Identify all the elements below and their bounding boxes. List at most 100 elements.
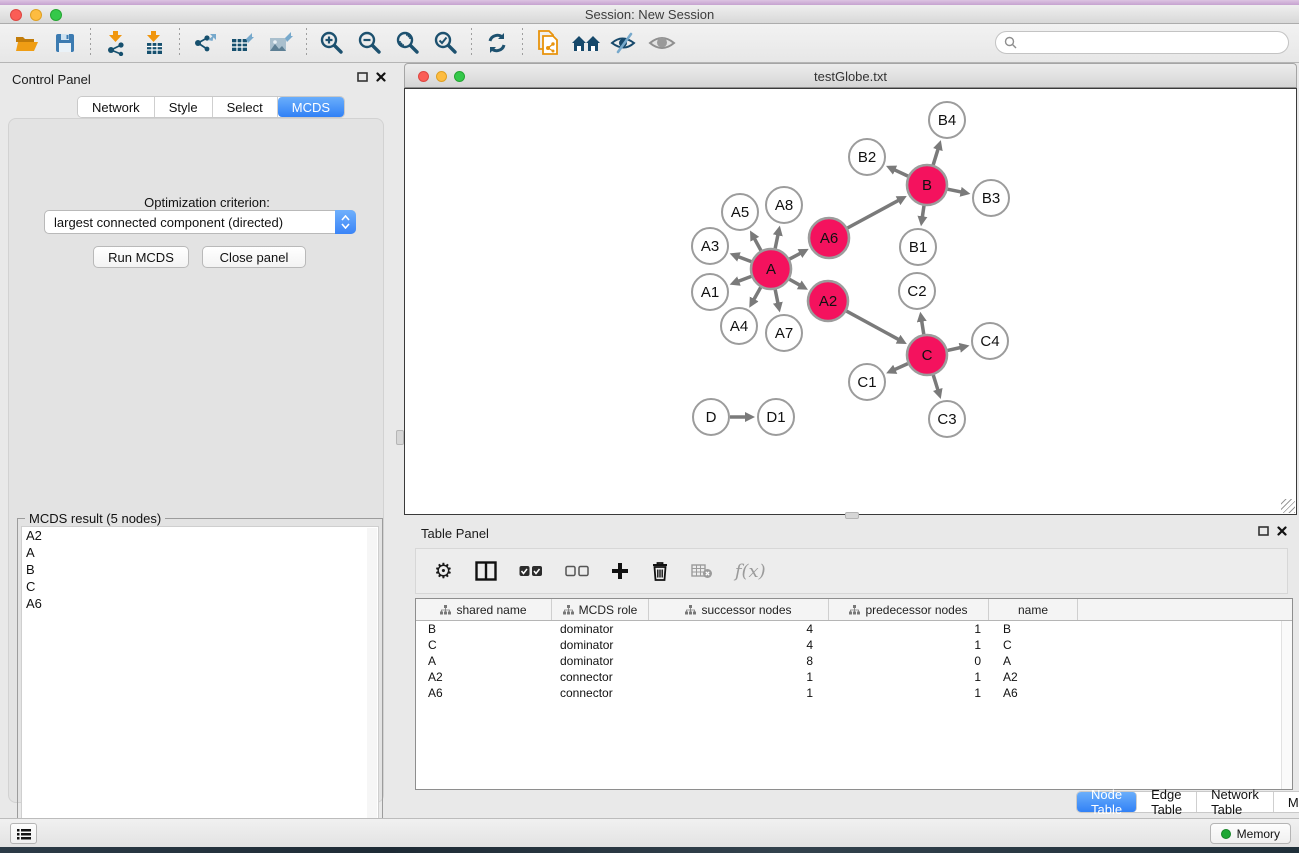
vertical-splitter-grip[interactable] xyxy=(396,430,404,445)
table-cell[interactable]: connector xyxy=(552,670,649,684)
table-cell[interactable]: A2 xyxy=(989,670,1078,684)
graph-edge-A-A7[interactable] xyxy=(775,290,778,304)
tab-style[interactable]: Style xyxy=(155,97,213,117)
table-row[interactable]: Adominator80A xyxy=(416,653,1280,669)
table-cell[interactable]: B xyxy=(416,622,552,636)
column-header-shared-name[interactable]: shared name xyxy=(416,599,552,620)
result-item-c[interactable]: C xyxy=(22,578,378,595)
table-cell[interactable]: dominator xyxy=(552,622,649,636)
window-resize-grip[interactable] xyxy=(1281,499,1295,513)
result-item-a6[interactable]: A6 xyxy=(22,595,378,612)
close-panel-icon[interactable] xyxy=(376,72,386,82)
table-cell[interactable]: dominator xyxy=(552,638,649,652)
delete-column-trash-icon[interactable] xyxy=(651,561,669,581)
tab-network[interactable]: Network xyxy=(78,97,155,117)
table-cell[interactable]: A6 xyxy=(416,686,552,700)
table-row[interactable]: A6connector11A6 xyxy=(416,685,1280,701)
deselect-all-icon[interactable] xyxy=(565,565,589,577)
float-panel-icon[interactable] xyxy=(1258,526,1269,536)
graph-edge-B-B2[interactable] xyxy=(894,170,908,176)
tab-select[interactable]: Select xyxy=(213,97,278,117)
table-cell[interactable]: 1 xyxy=(829,622,989,636)
zoom-out-button[interactable] xyxy=(351,27,389,59)
memory-button[interactable]: Memory xyxy=(1210,823,1291,844)
float-panel-icon[interactable] xyxy=(357,72,368,82)
show-all-button[interactable] xyxy=(643,27,681,59)
column-header-successor-nodes[interactable]: successor nodes xyxy=(649,599,829,620)
zoom-selected-button[interactable] xyxy=(427,27,465,59)
table-settings-gear-icon[interactable]: ⚙ xyxy=(434,561,453,582)
task-history-button[interactable] xyxy=(10,823,37,844)
search-input[interactable] xyxy=(1017,32,1288,53)
table-tab-node-table[interactable]: Node Table xyxy=(1077,792,1137,812)
table-tab-edge-table[interactable]: Edge Table xyxy=(1137,792,1197,812)
run-mcds-button[interactable]: Run MCDS xyxy=(93,246,189,268)
horizontal-splitter-grip[interactable] xyxy=(845,512,859,519)
apply-layout-button[interactable] xyxy=(478,27,516,59)
graph-edge-A-A5[interactable] xyxy=(754,238,761,250)
column-header-predecessor-nodes[interactable]: predecessor nodes xyxy=(829,599,989,620)
graph-edge-B-B1[interactable] xyxy=(922,206,924,218)
result-item-a[interactable]: A xyxy=(22,544,378,561)
delete-table-icon[interactable] xyxy=(691,563,713,579)
graph-edge-A-A8[interactable] xyxy=(775,234,778,248)
table-cell[interactable]: A2 xyxy=(416,670,552,684)
graph-edge-C-C2[interactable] xyxy=(922,321,924,335)
zoom-in-button[interactable] xyxy=(313,27,351,59)
column-header-MCDS-role[interactable]: MCDS role xyxy=(552,599,649,620)
table-cell[interactable]: C xyxy=(416,638,552,652)
optimization-criterion-dropdown[interactable]: largest connected component (directed) xyxy=(44,210,356,234)
graph-edge-A-A6[interactable] xyxy=(790,253,801,259)
table-cell[interactable]: 1 xyxy=(649,686,829,700)
result-item-a2[interactable]: A2 xyxy=(22,527,378,544)
result-scrollbar[interactable] xyxy=(367,528,377,848)
function-builder-icon[interactable]: f(x) xyxy=(735,561,766,582)
graph-edge-C-C1[interactable] xyxy=(894,364,907,370)
table-row[interactable]: Bdominator41B xyxy=(416,621,1280,637)
table-cell[interactable]: dominator xyxy=(552,654,649,668)
table-cell[interactable]: A6 xyxy=(989,686,1078,700)
column-header-name[interactable]: name xyxy=(989,599,1078,620)
show-columns-icon[interactable] xyxy=(475,561,497,581)
export-network-button[interactable] xyxy=(186,27,224,59)
import-table-button[interactable] xyxy=(135,27,173,59)
table-cell[interactable]: 1 xyxy=(829,686,989,700)
table-cell[interactable]: 8 xyxy=(649,654,829,668)
table-cell[interactable]: connector xyxy=(552,686,649,700)
add-column-plus-icon[interactable] xyxy=(611,562,629,580)
table-cell[interactable]: A xyxy=(416,654,552,668)
zoom-fit-button[interactable] xyxy=(389,27,427,59)
table-cell[interactable]: B xyxy=(989,622,1078,636)
table-cell[interactable]: 1 xyxy=(829,670,989,684)
clone-network-button[interactable] xyxy=(529,27,567,59)
table-scrollbar[interactable] xyxy=(1281,621,1292,789)
table-cell[interactable]: 1 xyxy=(649,670,829,684)
close-panel-icon[interactable] xyxy=(1277,526,1287,536)
hide-selected-button[interactable] xyxy=(605,27,643,59)
result-item-b[interactable]: B xyxy=(22,561,378,578)
import-network-button[interactable] xyxy=(97,27,135,59)
table-cell[interactable]: A xyxy=(989,654,1078,668)
table-cell[interactable]: 4 xyxy=(649,622,829,636)
table-cell[interactable]: 0 xyxy=(829,654,989,668)
export-table-button[interactable] xyxy=(224,27,262,59)
table-tab-network-table[interactable]: Network Table xyxy=(1197,792,1274,812)
graph-edge-A-A3[interactable] xyxy=(738,257,751,262)
table-cell[interactable]: 1 xyxy=(829,638,989,652)
export-image-button[interactable] xyxy=(262,27,300,59)
graph-edge-A-A2[interactable] xyxy=(789,279,800,285)
graph-edge-B-B4[interactable] xyxy=(933,149,938,165)
network-canvas[interactable]: AA6A2BCA5A8A3A1A4A7B2B4B3B1C2C4C1C3DD1 xyxy=(404,88,1297,515)
open-session-button[interactable] xyxy=(8,27,46,59)
graph-edge-C-C3[interactable] xyxy=(933,375,938,390)
graph-edge-C-C4[interactable] xyxy=(947,348,960,351)
mcds-result-list[interactable]: A2ABCA6 xyxy=(21,526,379,848)
table-cell[interactable]: C xyxy=(989,638,1078,652)
first-neighbors-button[interactable] xyxy=(567,27,605,59)
graph-edge-B-B3[interactable] xyxy=(948,189,962,192)
graph-edge-A2-C[interactable] xyxy=(846,311,898,340)
select-all-icon[interactable] xyxy=(519,565,543,577)
tab-mcds[interactable]: MCDS xyxy=(278,97,344,117)
save-session-button[interactable] xyxy=(46,27,84,59)
table-cell[interactable]: 4 xyxy=(649,638,829,652)
